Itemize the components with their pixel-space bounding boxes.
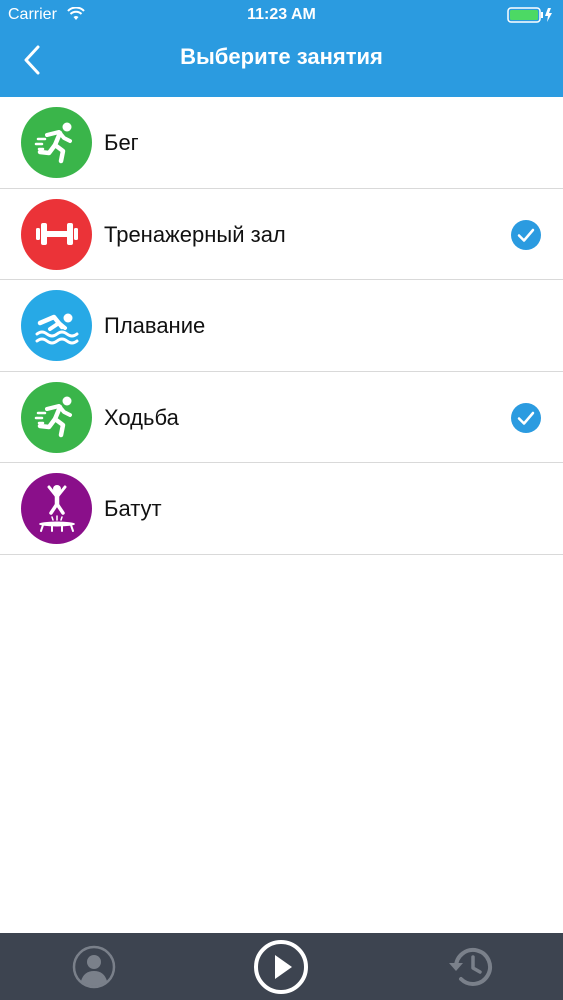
- list-item-walking[interactable]: Ходьба: [0, 372, 563, 464]
- list-item-gym[interactable]: Тренажерный зал: [0, 189, 563, 281]
- nav-bar: Выберите занятия: [0, 30, 563, 97]
- page-title: Выберите занятия: [180, 44, 383, 69]
- checkmark-icon: [511, 219, 541, 250]
- tab-bar: [0, 933, 563, 1000]
- activity-list: Бег Тренажерный зал Плавание Ходьба Бату…: [0, 97, 563, 555]
- walking-icon: [21, 381, 92, 453]
- history-icon: [449, 947, 492, 986]
- play-icon: [254, 939, 308, 994]
- battery-icon: [507, 7, 553, 28]
- list-item-trampoline[interactable]: Батут: [0, 463, 563, 555]
- activity-label: Тренажерный зал: [104, 221, 286, 247]
- header: Carrier 11:23 AM Выберите занятия: [0, 0, 563, 97]
- activity-label: Батут: [104, 496, 162, 522]
- trampoline-icon: [21, 473, 92, 545]
- tab-start[interactable]: [251, 933, 311, 1000]
- dumbbell-icon: [21, 198, 92, 270]
- running-icon: [21, 107, 92, 178]
- list-item-swimming[interactable]: Плавание: [0, 280, 563, 372]
- status-bar: Carrier 11:23 AM: [0, 0, 563, 30]
- clock: 11:23 AM: [247, 6, 316, 23]
- activity-label: Ходьба: [104, 404, 179, 430]
- checkmark-icon: [511, 402, 541, 433]
- activity-label: Плавание: [104, 313, 206, 339]
- activity-label: Бег: [104, 130, 139, 155]
- swimming-icon: [21, 290, 92, 362]
- profile-icon: [72, 945, 116, 988]
- list-item-running[interactable]: Бег: [0, 97, 563, 189]
- tab-history[interactable]: [442, 933, 498, 1000]
- tab-profile[interactable]: [68, 933, 120, 1000]
